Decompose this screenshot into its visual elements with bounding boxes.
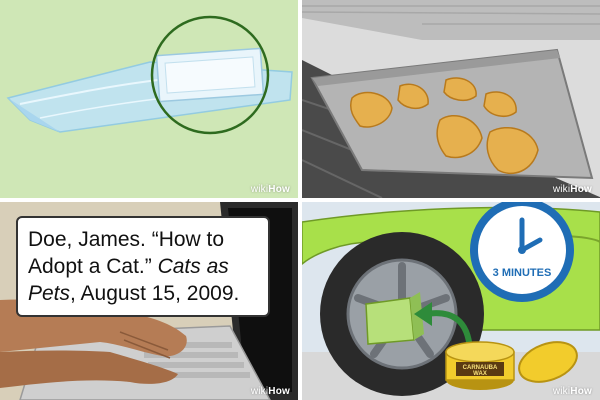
tin-label-line2: WAX <box>473 371 487 377</box>
citation-box: Doe, James. “How to Adopt a Cat.” Cats a… <box>16 216 270 317</box>
oven-illustration <box>302 0 600 198</box>
citation-panel: Doe, James. “How to Adopt a Cat.” Cats a… <box>0 202 298 400</box>
wikihow-logo: wikiHow <box>552 386 592 397</box>
plastic-wrap-illustration <box>6 15 293 135</box>
wikihow-logo: wikiHow <box>250 386 290 397</box>
citation-author: Doe, James. <box>28 228 152 251</box>
wikihow-step-grid: wikiHow wikiHow Doe, James. “How to Adop… <box>0 0 600 400</box>
car-wax-illustration: CARNAUBA WAX 3 MINUTES <box>302 202 600 400</box>
wikihow-logo: wikiHow <box>250 184 290 195</box>
plastic-wrap-panel: wikiHow <box>0 0 298 198</box>
wikihow-logo: wikiHow <box>552 184 592 195</box>
timer-label: 3 MINUTES <box>493 267 552 279</box>
wax-sponge <box>365 297 415 345</box>
citation-date: , August 15, 2009. <box>70 282 240 305</box>
wax-panel: CARNAUBA WAX 3 MINUTES wikiHow <box>302 202 600 400</box>
oven-panel: wikiHow <box>302 0 600 198</box>
